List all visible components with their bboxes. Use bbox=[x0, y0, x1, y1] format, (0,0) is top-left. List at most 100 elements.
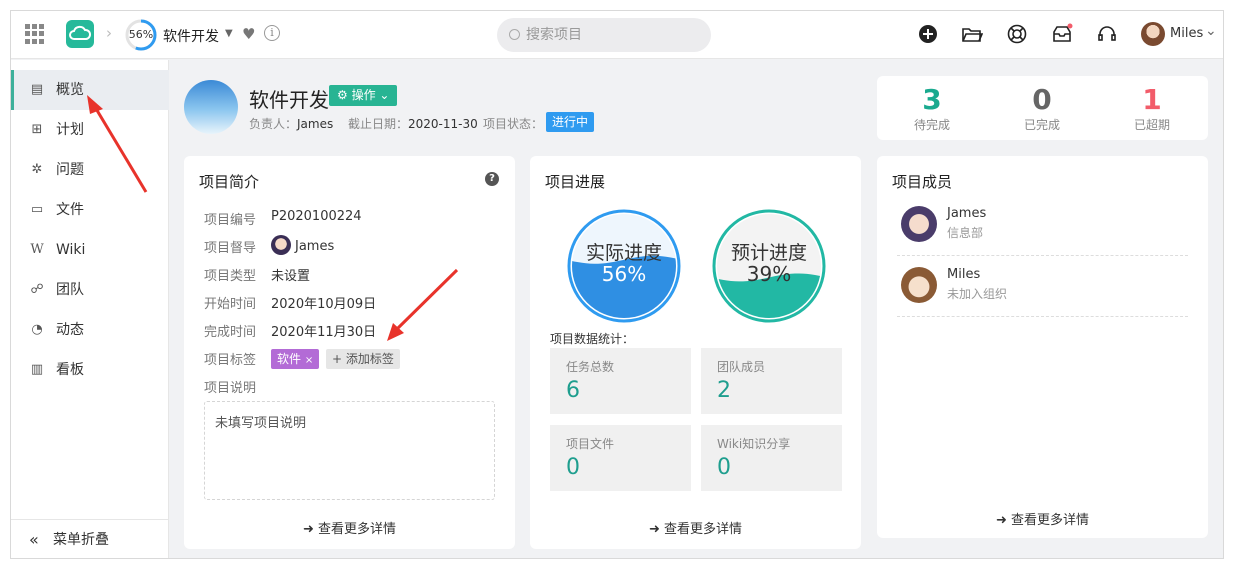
actual-progress-value: 56% bbox=[602, 262, 646, 286]
stat-box-wiki[interactable]: Wiki知识分享 0 bbox=[701, 425, 842, 491]
search-input[interactable]: 搜索项目 bbox=[497, 18, 711, 52]
owner-label: 负责人： bbox=[249, 117, 298, 131]
action-dropdown-button[interactable]: ⚙ 操作 ⌄ bbox=[329, 85, 398, 106]
help-icon[interactable]: ? bbox=[485, 172, 499, 186]
sidebar-item-files[interactable]: ▭ 文件 bbox=[11, 190, 169, 230]
tag-chip[interactable]: 软件 × bbox=[271, 349, 320, 369]
add-icon[interactable] bbox=[917, 23, 939, 45]
stat-label: 已完成 bbox=[1023, 118, 1060, 132]
stat-value: 1 bbox=[1142, 83, 1162, 116]
search-icon bbox=[509, 29, 520, 40]
field-label: 开始时间 bbox=[204, 297, 257, 312]
folder-icon: ▭ bbox=[30, 202, 44, 217]
arrow-right-icon: ➜ bbox=[649, 522, 660, 537]
sidebar-item-issues[interactable]: ✲ 问题 bbox=[11, 150, 169, 190]
field-label: 项目编号 bbox=[204, 213, 257, 228]
team-icon: ☍ bbox=[30, 282, 44, 297]
project-progress-card: 项目进展 实际进度 56% 预计进度 39% 项目数据统计： 任务总数 6 团队成… bbox=[530, 156, 861, 549]
sidebar-item-wiki[interactable]: W Wiki bbox=[11, 230, 169, 270]
card-title: 项目简介 bbox=[199, 173, 260, 191]
planned-progress-gauge: 预计进度 39% bbox=[712, 209, 826, 323]
sidebar-item-label: 看板 bbox=[56, 362, 84, 378]
stat-value: 0 bbox=[1032, 83, 1052, 116]
stat-box-files[interactable]: 项目文件 0 bbox=[550, 425, 691, 491]
bug-icon: ✲ bbox=[31, 162, 43, 177]
arrow-right-icon: ➜ bbox=[996, 513, 1007, 528]
caret-down-icon[interactable]: ▼ bbox=[225, 28, 233, 39]
folder-icon[interactable] bbox=[961, 23, 983, 45]
stat-done[interactable]: 0 已完成 bbox=[987, 84, 1097, 133]
sidebar-item-label: 文件 bbox=[56, 202, 84, 218]
field-label: 项目督导 bbox=[204, 241, 257, 256]
cloud-logo-icon[interactable] bbox=[66, 20, 94, 48]
planned-progress-value: 39% bbox=[747, 262, 791, 286]
supervisor-value[interactable]: James bbox=[271, 235, 334, 255]
app-window: › 56% 软件开发 ▼ ♥ i 搜索项目 Miles ⌄ ▤ 概览 ⊞ 计划 … bbox=[10, 10, 1224, 559]
apps-grid-icon[interactable] bbox=[25, 24, 45, 44]
stat-box-members[interactable]: 团队成员 2 bbox=[701, 348, 842, 414]
member-item[interactable]: Miles 未加入组织 bbox=[897, 257, 1188, 317]
status-label: 项目状态： bbox=[483, 117, 544, 131]
sidebar-item-overview[interactable]: ▤ 概览 bbox=[11, 70, 169, 110]
project-type-value[interactable]: 未设置 bbox=[271, 265, 310, 284]
start-date-value[interactable]: 2020年10月09日 bbox=[271, 293, 376, 312]
end-date-value[interactable]: 2020年11月30日 bbox=[271, 321, 376, 340]
plan-icon: ⊞ bbox=[31, 122, 43, 137]
action-label: 操作 bbox=[351, 88, 376, 102]
description-field[interactable]: 未填写项目说明 bbox=[204, 401, 495, 500]
wiki-icon: W bbox=[30, 242, 44, 257]
collapse-menu-button[interactable]: « 菜单折叠 bbox=[11, 519, 169, 558]
heart-icon[interactable]: ♥ bbox=[242, 25, 255, 43]
sidebar-item-label: 计划 bbox=[56, 122, 84, 138]
stat-box-label: 任务总数 bbox=[566, 360, 615, 374]
planned-progress-label: 预计进度 bbox=[731, 242, 807, 264]
chevron-down-icon[interactable]: ⌄ bbox=[1205, 23, 1217, 39]
user-name[interactable]: Miles bbox=[1170, 26, 1203, 41]
stat-box-value: 6 bbox=[566, 378, 580, 403]
more-details-link[interactable]: ➜ 查看更多详情 bbox=[184, 518, 515, 537]
field-label: 项目说明 bbox=[204, 381, 257, 396]
sidebar-item-plan[interactable]: ⊞ 计划 bbox=[11, 110, 169, 150]
stat-label: 待完成 bbox=[913, 118, 950, 132]
close-icon[interactable]: × bbox=[305, 355, 313, 366]
sidebar-item-label: 团队 bbox=[56, 282, 84, 298]
stat-box-label: 项目文件 bbox=[566, 437, 615, 451]
inbox-icon[interactable] bbox=[1051, 23, 1073, 45]
project-switcher[interactable]: 软件开发 bbox=[163, 26, 219, 46]
double-chevron-left-icon: « bbox=[29, 530, 39, 549]
stat-value: 3 bbox=[922, 83, 942, 116]
status-badge: 进行中 bbox=[546, 112, 595, 132]
member-item[interactable]: James 信息部 bbox=[897, 196, 1188, 256]
deadline-meta: 截止日期：2020-11-30 bbox=[348, 115, 478, 132]
stat-overdue[interactable]: 1 已超期 bbox=[1097, 84, 1207, 133]
progress-ring-label: 56% bbox=[128, 28, 154, 41]
arrow-right-icon: ➜ bbox=[303, 522, 314, 537]
data-stats-title: 项目数据统计： bbox=[550, 332, 635, 346]
headset-icon[interactable] bbox=[1096, 23, 1118, 45]
sidebar-item-team[interactable]: ☍ 团队 bbox=[11, 270, 169, 310]
member-dept: 信息部 bbox=[947, 226, 984, 240]
more-details-label: 查看更多详情 bbox=[317, 522, 396, 537]
more-details-label: 查看更多详情 bbox=[1010, 513, 1089, 528]
field-label: 项目标签 bbox=[204, 353, 257, 368]
deadline-label: 截止日期： bbox=[348, 117, 409, 131]
sidebar-item-label: 概览 bbox=[56, 82, 84, 98]
project-number-value: P2020100224 bbox=[271, 209, 362, 224]
info-icon[interactable]: i bbox=[264, 25, 280, 41]
sidebar-item-label: Wiki bbox=[56, 242, 86, 258]
sidebar-item-label: 问题 bbox=[56, 162, 84, 178]
sidebar-item-label: 动态 bbox=[56, 322, 84, 338]
stat-pending[interactable]: 3 待完成 bbox=[877, 84, 987, 133]
stat-box-tasks[interactable]: 任务总数 6 bbox=[550, 348, 691, 414]
task-stats-card: 3 待完成 0 已完成 1 已超期 bbox=[877, 76, 1208, 140]
member-name: Miles bbox=[947, 267, 981, 282]
sidebar-item-activity[interactable]: ◔ 动态 bbox=[11, 310, 169, 350]
supervisor-name: James bbox=[295, 239, 335, 254]
more-details-link[interactable]: ➜ 查看更多详情 bbox=[530, 518, 861, 537]
lifebuoy-icon[interactable] bbox=[1006, 23, 1028, 45]
user-avatar[interactable] bbox=[1141, 22, 1165, 46]
sidebar-item-kanban[interactable]: ▥ 看板 bbox=[11, 350, 169, 390]
more-details-link[interactable]: ➜ 查看更多详情 bbox=[877, 509, 1208, 528]
add-tag-button[interactable]: + 添加标签 bbox=[326, 349, 400, 369]
card-title: 项目进展 bbox=[545, 173, 606, 191]
